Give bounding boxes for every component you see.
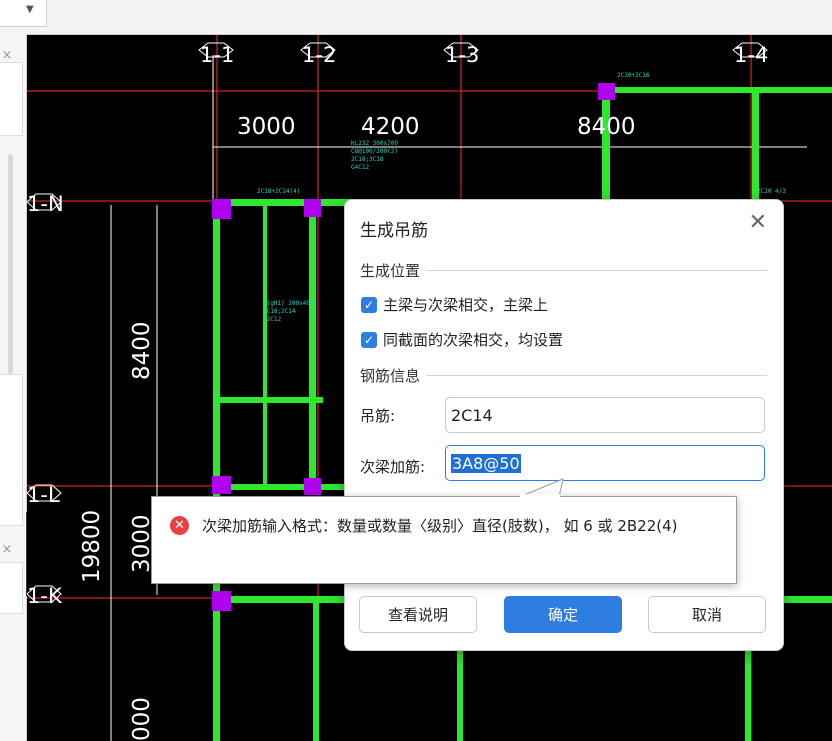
panel-list <box>0 374 23 526</box>
chevron-down-icon: ▼ <box>26 4 34 15</box>
checkbox-label: 主梁与次梁相交，主梁上 <box>383 296 549 314</box>
grid-label: 1-2 <box>302 43 336 67</box>
section-title: 生成位置 <box>360 262 427 280</box>
ok-button[interactable]: 确定 <box>504 596 622 633</box>
panel-list <box>0 562 23 614</box>
extra-rebar-label: 次梁加筋: <box>360 458 426 476</box>
svg-text:2C18;3C18: 2C18;3C18 <box>351 156 384 163</box>
help-button[interactable]: 查看说明 <box>359 596 477 633</box>
hanger-input[interactable]: 2C14 <box>445 397 765 433</box>
svg-text:KL232 300x700: KL232 300x700 <box>351 140 398 147</box>
error-icon: ✕ <box>170 516 189 535</box>
grid-label: 1-3 <box>445 43 479 67</box>
selected-text: 3A8@50 <box>451 454 521 473</box>
dimension-label: 8400 <box>129 321 155 380</box>
grid-label: 1-1 <box>200 43 234 67</box>
checkmark-icon: ✓ <box>361 331 377 348</box>
section-position: 生成位置 <box>360 260 767 280</box>
dimension-label: 4200 <box>361 114 420 140</box>
error-tooltip: ✕ 次梁加筋输入格式：数量或数量〈级别〉直径(肢数)， 如 6 或 2B22(4… <box>151 496 737 584</box>
checkbox-label: 同截面的次梁相交，均设置 <box>383 331 564 349</box>
svg-text:C8@100/200(2): C8@100/200(2) <box>351 148 398 155</box>
svg-text:2C18;2C14: 2C18;2C14 <box>263 308 296 315</box>
close-icon[interactable]: ✕ <box>749 212 767 234</box>
svg-text:L(gH1) 200x400: L(gH1) 200x400 <box>263 300 314 307</box>
svg-text:G4C12: G4C12 <box>351 164 369 171</box>
svg-text:2C20+2C16: 2C20+2C16 <box>617 72 650 79</box>
hanger-label: 吊筋: <box>360 407 396 425</box>
cancel-button[interactable]: 取消 <box>648 596 766 633</box>
section-title: 钢筋信息 <box>360 367 427 385</box>
panel-list <box>0 62 23 136</box>
svg-text:N2C12: N2C12 <box>263 316 281 323</box>
grid-label: 1-K <box>27 584 63 608</box>
top-toolbar: ▼ <box>0 0 832 35</box>
grid-label: 1-N <box>27 192 64 216</box>
panel-scrollbar[interactable] <box>8 154 13 374</box>
section-rebar: 钢筋信息 <box>360 365 767 385</box>
tooltip-pointer-mask <box>520 494 560 498</box>
toolbar-dropdown[interactable]: ▼ <box>0 0 47 27</box>
close-icon[interactable]: × <box>0 542 14 557</box>
dialog-title: 生成吊筋 <box>360 221 428 241</box>
dimension-label: 000 <box>129 697 155 741</box>
grid-label: 1-L <box>27 483 60 507</box>
svg-text:2C18+2C14(4): 2C18+2C14(4) <box>257 188 300 195</box>
left-panel: × × <box>0 34 27 741</box>
checkbox-main-secondary[interactable]: ✓ 主梁与次梁相交，主梁上 <box>361 294 548 315</box>
extra-rebar-input[interactable]: 3A8@50 <box>445 445 765 481</box>
grid-label: 1-4 <box>734 43 768 67</box>
dimension-label: 8400 <box>577 114 636 140</box>
dimension-label: 19800 <box>79 510 105 583</box>
svg-text:2C20 4/3: 2C20 4/3 <box>757 188 786 195</box>
checkbox-same-section[interactable]: ✓ 同截面的次梁相交，均设置 <box>361 329 563 350</box>
close-icon[interactable]: × <box>0 48 14 63</box>
error-message: 次梁加筋输入格式：数量或数量〈级别〉直径(肢数)， 如 6 或 2B22(4) <box>202 517 678 535</box>
checkmark-icon: ✓ <box>361 296 377 313</box>
dimension-label: 3000 <box>237 114 296 140</box>
